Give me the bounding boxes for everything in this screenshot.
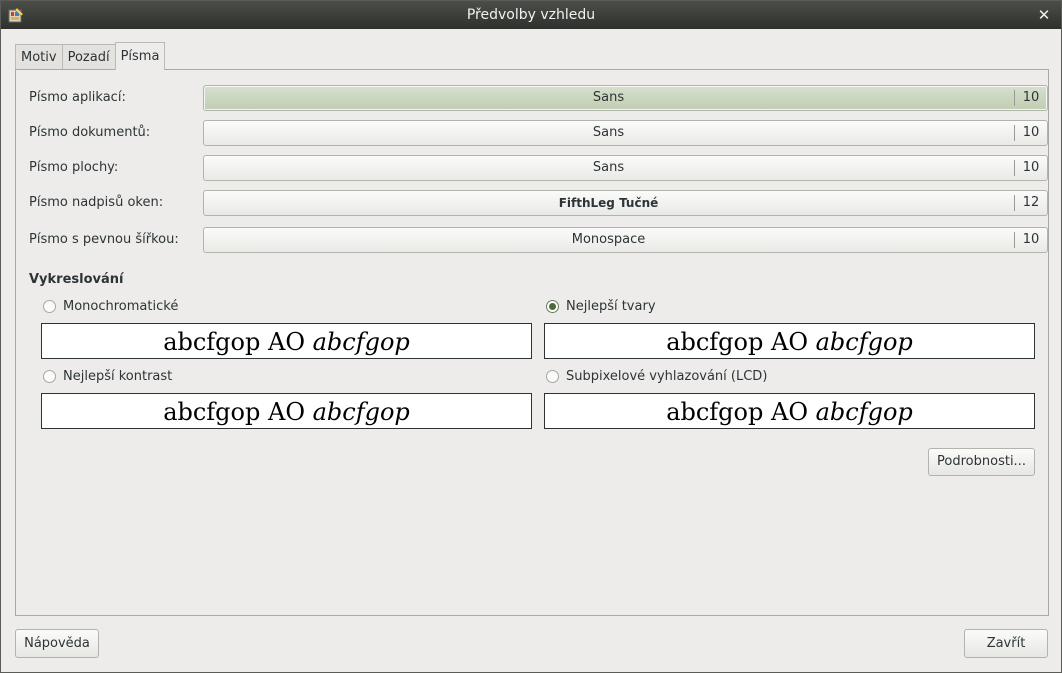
application-font-button[interactable]: Sans 10 (203, 85, 1048, 111)
rendering-section-title: Vykreslování (29, 272, 124, 287)
sample-text-italic: abcfgop (312, 398, 410, 426)
sample-text-regular: abcfgop AO (163, 328, 313, 356)
radio-monochrome[interactable]: Monochromatické (43, 297, 178, 315)
appearance-preferences-window: Předvolby vzhledu ✕ Motiv Pozadí Písma P… (0, 0, 1062, 673)
tab-bar: Motiv Pozadí Písma (15, 42, 166, 70)
title-bar: Předvolby vzhledu ✕ (1, 1, 1061, 29)
desktop-font-button[interactable]: Sans 10 (203, 155, 1048, 181)
radio-label: Subpixelové vyhlazování (LCD) (566, 368, 768, 384)
preview-best-contrast: abcfgop AO abcfgop (41, 393, 532, 429)
help-button[interactable]: Nápověda (15, 629, 99, 658)
radio-unchecked-icon[interactable] (546, 369, 559, 383)
tab-pisma[interactable]: Písma (114, 42, 166, 70)
font-name: Monospace (571, 232, 646, 247)
radio-best-contrast[interactable]: Nejlepší kontrast (43, 367, 172, 385)
details-button[interactable]: Podrobnosti... (928, 448, 1035, 476)
font-label-monospace: Písmo s pevnou šířkou: (29, 232, 179, 247)
font-label-application: Písmo aplikací: (29, 90, 126, 105)
tab-motiv[interactable]: Motiv (15, 44, 63, 70)
preview-best-shapes: abcfgop AO abcfgop (544, 323, 1035, 359)
font-label-desktop: Písmo plochy: (29, 160, 119, 175)
sample-text-italic: abcfgop (312, 328, 410, 356)
font-size: 10 (1014, 232, 1047, 248)
sample-text-italic: abcfgop (815, 398, 913, 426)
font-name: Sans (592, 90, 625, 105)
radio-best-shapes[interactable]: Nejlepší tvary (546, 297, 656, 315)
sample-text-regular: abcfgop AO (666, 398, 816, 426)
tab-pozadi[interactable]: Pozadí (61, 44, 116, 70)
font-row-document: Písmo dokumentů: Sans 10 (29, 120, 1048, 146)
monospace-font-button[interactable]: Monospace 10 (203, 227, 1048, 253)
window-title: Předvolby vzhledu (466, 7, 596, 23)
document-font-button[interactable]: Sans 10 (203, 120, 1048, 146)
close-window-icon[interactable]: ✕ (1035, 1, 1053, 29)
fonts-tab-panel: Písmo aplikací: Sans 10 Písmo dokumentů:… (15, 69, 1049, 616)
window-title-font-button[interactable]: FifthLeg Tučné 12 (203, 190, 1048, 216)
font-name: Sans (592, 125, 625, 140)
radio-label: Nejlepší kontrast (63, 368, 173, 384)
radio-unchecked-icon[interactable] (43, 299, 56, 313)
font-row-desktop: Písmo plochy: Sans 10 (29, 155, 1048, 181)
font-label-document: Písmo dokumentů: (29, 125, 151, 140)
radio-unchecked-icon[interactable] (43, 369, 56, 383)
sample-text-regular: abcfgop AO (666, 328, 816, 356)
font-size: 10 (1014, 90, 1047, 106)
radio-label: Monochromatické (63, 298, 179, 314)
preview-subpixel: abcfgop AO abcfgop (544, 393, 1035, 429)
close-button[interactable]: Zavřít (964, 629, 1048, 658)
font-name: FifthLeg Tučné (558, 196, 659, 210)
font-size: 10 (1014, 160, 1047, 176)
sample-text-regular: abcfgop AO (163, 398, 313, 426)
sample-text-italic: abcfgop (815, 328, 913, 356)
radio-label: Nejlepší tvary (566, 298, 656, 314)
font-row-application: Písmo aplikací: Sans 10 (29, 85, 1048, 111)
font-label-window-title: Písmo nadpisů oken: (29, 195, 164, 210)
font-size: 12 (1014, 195, 1047, 211)
font-row-monospace: Písmo s pevnou šířkou: Monospace 10 (29, 227, 1048, 253)
font-row-window-title: Písmo nadpisů oken: FifthLeg Tučné 12 (29, 190, 1048, 216)
font-name: Sans (592, 160, 625, 175)
appearance-icon (8, 7, 24, 23)
preview-monochrome: abcfgop AO abcfgop (41, 323, 532, 359)
font-size: 10 (1014, 125, 1047, 141)
radio-checked-icon[interactable] (546, 299, 559, 313)
radio-subpixel[interactable]: Subpixelové vyhlazování (LCD) (546, 367, 767, 385)
